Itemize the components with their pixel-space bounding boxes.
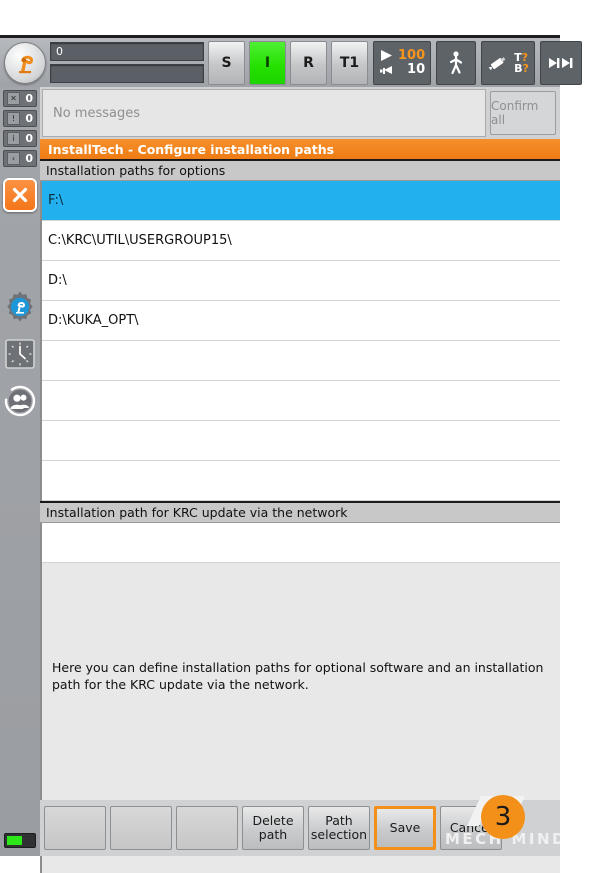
softkey-blank-1[interactable] — [44, 806, 106, 850]
table-row[interactable]: F:\ — [42, 181, 560, 221]
increment-arrows-icon — [548, 57, 573, 68]
acknowledge-message-count: 0 — [25, 92, 33, 105]
message-counter-waiting[interactable]: ‹ 0 — [3, 150, 37, 167]
jog-override-value: 10 — [407, 62, 426, 77]
table-row[interactable] — [42, 461, 560, 501]
status-message-count: 0 — [25, 112, 33, 125]
robot-arm-icon — [19, 55, 34, 73]
waiting-message-count: 0 — [25, 152, 33, 165]
message-counter-acknowledge[interactable]: ✕ 0 — [3, 90, 37, 107]
section-header-network-label: Installation path for KRC update via the… — [46, 505, 348, 520]
path-value: C:\KRC\UTIL\USERGROUP15\ — [48, 233, 232, 248]
installtech-dialog: InstallTech - Configure installation pat… — [40, 139, 560, 873]
base-unknown-mark: ? — [522, 61, 529, 75]
softkey-blank-2[interactable] — [110, 806, 172, 850]
message-counter-status[interactable]: ! 0 — [3, 110, 37, 127]
tool-base-labels: T? B? — [514, 52, 529, 74]
mode-button-s[interactable]: S — [208, 40, 245, 85]
save-button[interactable]: Save — [374, 806, 436, 850]
path-value: F:\ — [48, 193, 64, 208]
increment-button[interactable] — [539, 40, 582, 85]
notification-message-icon: i — [7, 132, 20, 145]
main-menu-robot-button[interactable] — [4, 41, 46, 84]
smartpad-screen: 0 S I R T1 100 10 T? B? No messages Conf… — [0, 35, 582, 873]
path-selection-label-line1: Path — [325, 813, 353, 828]
dialog-title-bar: InstallTech - Configure installation pat… — [40, 139, 560, 159]
program-status-field[interactable] — [50, 64, 204, 83]
mode-button-i-label: I — [264, 54, 271, 71]
robot-settings-gear-icon — [7, 291, 33, 322]
step-badge-3-label: 3 — [494, 802, 512, 832]
section-header-options-label: Installation paths for options — [46, 163, 226, 178]
table-row[interactable]: D:\KUKA_OPT\ — [42, 301, 560, 341]
description-text: Here you can define installation paths f… — [52, 660, 544, 692]
override-button[interactable]: 100 10 — [373, 40, 432, 85]
mode-button-t1[interactable]: T1 — [331, 40, 368, 85]
base-label: B? — [514, 61, 529, 75]
play-icon — [381, 49, 392, 61]
save-label: Save — [389, 820, 421, 835]
program-name-field[interactable]: 0 — [50, 42, 204, 61]
battery-indicator-icon — [4, 833, 36, 848]
program-name-value: 0 — [56, 45, 63, 58]
table-row[interactable]: C:\KRC\UTIL\USERGROUP15\ — [42, 221, 560, 261]
message-counter-notification[interactable]: i 0 — [3, 130, 37, 147]
section-header-network: Installation path for KRC update via the… — [40, 501, 560, 523]
jog-mode-button[interactable] — [436, 40, 477, 85]
program-name-fields: 0 — [50, 42, 204, 83]
network-path-list[interactable] — [40, 523, 560, 563]
notification-message-count: 0 — [25, 132, 33, 145]
close-x-icon — [12, 187, 28, 203]
rail-item-user[interactable] — [1, 384, 39, 418]
override-icons — [379, 49, 394, 77]
user-group-icon — [4, 385, 36, 417]
tool-base-icon — [488, 56, 506, 70]
path-selection-button[interactable]: Path selection — [308, 806, 370, 850]
status-bar: 0 S I R T1 100 10 T? B? — [0, 35, 582, 87]
path-selection-label-line2: selection — [310, 827, 368, 842]
confirm-all-button[interactable]: Confirm all — [490, 91, 556, 135]
path-value: D:\KUKA_OPT\ — [48, 313, 139, 328]
acknowledge-message-icon: ✕ — [7, 92, 20, 105]
mode-button-s-label: S — [221, 54, 232, 71]
table-row[interactable] — [42, 341, 560, 381]
mode-button-t1-label: T1 — [339, 54, 360, 71]
message-window[interactable]: No messages — [42, 89, 486, 137]
path-selection-labels: Path selection — [311, 814, 367, 842]
table-row[interactable] — [42, 523, 560, 563]
delete-path-button[interactable]: Delete path — [242, 806, 304, 850]
section-header-options: Installation paths for options — [40, 159, 560, 181]
dialog-title: InstallTech - Configure installation pat… — [48, 141, 335, 157]
left-rail: ✕ 0 ! 0 i 0 ‹ 0 — [0, 87, 40, 856]
confirm-all-label: Confirm all — [491, 99, 539, 127]
message-text: No messages — [53, 105, 141, 121]
mode-button-r[interactable]: R — [290, 40, 327, 85]
mode-button-r-label: R — [303, 54, 314, 71]
message-bar: No messages Confirm all — [40, 87, 560, 139]
program-override-value: 100 — [398, 48, 426, 63]
mode-button-i[interactable]: I — [249, 40, 286, 85]
tool-base-button[interactable]: T? B? — [481, 40, 535, 85]
clock-icon — [5, 339, 35, 369]
options-path-list[interactable]: F:\ C:\KRC\UTIL\USERGROUP15\ D:\ D:\KUKA… — [40, 181, 560, 501]
table-row[interactable] — [42, 421, 560, 461]
close-window-button[interactable] — [3, 178, 37, 212]
softkey-blank-3[interactable] — [176, 806, 238, 850]
walking-man-icon — [450, 50, 463, 74]
waiting-message-icon: ‹ — [7, 152, 20, 165]
delete-path-label: Delete path — [252, 813, 294, 842]
rail-item-settings[interactable] — [1, 290, 39, 324]
rail-item-clock[interactable] — [1, 338, 39, 370]
status-message-icon: ! — [7, 112, 20, 125]
table-row[interactable]: D:\ — [42, 261, 560, 301]
path-value: D:\ — [48, 273, 67, 288]
step-badge-3: 3 — [481, 795, 525, 839]
table-row[interactable] — [42, 381, 560, 421]
override-values: 100 10 — [398, 49, 425, 76]
hand-jog-icon — [380, 65, 392, 74]
